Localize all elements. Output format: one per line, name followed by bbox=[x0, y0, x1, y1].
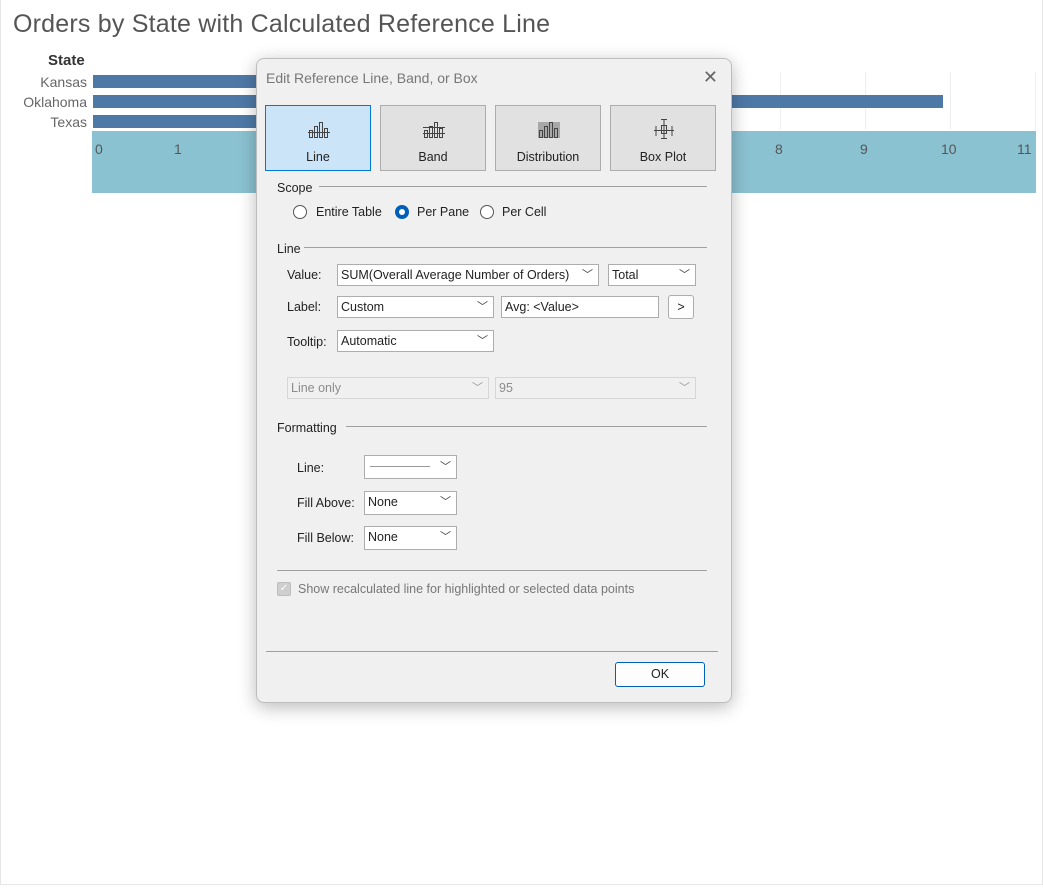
formatting-heading: Formatting bbox=[277, 421, 337, 435]
divider bbox=[304, 247, 707, 248]
type-distribution-label: Distribution bbox=[516, 150, 580, 164]
x-tick-label: 1 bbox=[174, 141, 182, 157]
fill-above-text: None bbox=[368, 495, 398, 509]
chevron-down-icon: ﹀ bbox=[440, 496, 451, 508]
type-line-button[interactable]: Line bbox=[265, 105, 371, 171]
label-label: Label: bbox=[287, 300, 322, 314]
chevron-down-icon: ﹀ bbox=[477, 301, 488, 313]
divider bbox=[277, 570, 707, 571]
x-tick-label: 10 bbox=[941, 141, 957, 157]
sheet-title: Orders by State with Calculated Referenc… bbox=[13, 10, 551, 38]
type-line-label: Line bbox=[306, 150, 330, 164]
chevron-down-icon: ﹀ bbox=[440, 531, 451, 543]
insert-field-button[interactable]: > bbox=[668, 295, 694, 319]
box-plot-icon bbox=[654, 119, 674, 139]
label-mode-select[interactable]: Custom ﹀ bbox=[337, 296, 494, 318]
x-tick-label: 8 bbox=[775, 141, 783, 157]
edit-reference-line-dialog: Edit Reference Line, Band, or Box ✕ Line… bbox=[256, 58, 732, 703]
tooltip-mode-text: Automatic bbox=[341, 334, 397, 348]
value-aggregation-text: Total bbox=[612, 268, 639, 282]
scope-entire-table-radio[interactable] bbox=[293, 205, 307, 219]
chevron-down-icon: ﹀ bbox=[679, 269, 690, 281]
x-tick-label: 0 bbox=[95, 141, 103, 157]
ok-button[interactable]: OK bbox=[615, 662, 705, 687]
dialog-title: Edit Reference Line, Band, or Box bbox=[266, 70, 478, 86]
row-header-state[interactable]: State bbox=[48, 52, 85, 69]
line-format-select[interactable]: ﹀ bbox=[364, 455, 457, 479]
type-band-label: Band bbox=[418, 150, 448, 164]
scope-per-pane-label[interactable]: Per Pane bbox=[417, 205, 469, 219]
confidence-value-text: 95 bbox=[499, 381, 513, 395]
value-field-select[interactable]: SUM(Overall Average Number of Orders) ﹀ bbox=[337, 264, 599, 286]
scope-per-cell-label[interactable]: Per Cell bbox=[502, 205, 546, 219]
divider bbox=[346, 426, 707, 427]
bar-texas[interactable] bbox=[93, 115, 263, 128]
line-chart-icon bbox=[308, 122, 330, 138]
gridline bbox=[950, 72, 951, 130]
tooltip-mode-select[interactable]: Automatic ﹀ bbox=[337, 330, 494, 352]
chevron-down-icon: ﹀ bbox=[472, 382, 483, 394]
line-style-sample bbox=[370, 466, 430, 467]
scope-per-pane-radio[interactable] bbox=[395, 205, 409, 219]
chevron-down-icon: ﹀ bbox=[440, 461, 451, 473]
chevron-down-icon: ﹀ bbox=[477, 335, 488, 347]
distribution-chart-icon bbox=[538, 122, 560, 138]
label-mode-text: Custom bbox=[341, 300, 385, 314]
recalc-checkbox-label[interactable]: Show recalculated line for highlighted o… bbox=[298, 582, 634, 596]
row-label-oklahoma[interactable]: Oklahoma bbox=[23, 94, 87, 110]
row-label-texas[interactable]: Texas bbox=[50, 114, 87, 130]
fill-above-select[interactable]: None ﹀ bbox=[364, 491, 457, 515]
row-label-kansas[interactable]: Kansas bbox=[40, 74, 87, 90]
scope-heading: Scope bbox=[277, 181, 313, 195]
divider bbox=[319, 186, 707, 187]
fill-below-select[interactable]: None ﹀ bbox=[364, 526, 457, 550]
chevron-down-icon: ﹀ bbox=[582, 269, 593, 281]
type-box-plot-label: Box Plot bbox=[639, 150, 687, 164]
fill-below-label: Fill Below: bbox=[297, 531, 354, 545]
label-text-input[interactable]: Avg: <Value> bbox=[501, 296, 659, 318]
confidence-value-select[interactable]: 95 ﹀ bbox=[495, 377, 696, 399]
confidence-mode-select[interactable]: Line only ﹀ bbox=[287, 377, 489, 399]
close-icon[interactable]: ✕ bbox=[703, 67, 718, 88]
scope-per-cell-radio[interactable] bbox=[480, 205, 494, 219]
type-band-button[interactable]: Band bbox=[380, 105, 486, 171]
tooltip-label: Tooltip: bbox=[287, 335, 327, 349]
confidence-mode-text: Line only bbox=[291, 381, 342, 395]
x-tick-label: 11 bbox=[1017, 141, 1032, 157]
value-field-text: SUM(Overall Average Number of Orders) bbox=[341, 268, 570, 282]
band-chart-icon bbox=[423, 122, 445, 138]
value-label: Value: bbox=[287, 268, 322, 282]
type-distribution-button[interactable]: Distribution bbox=[495, 105, 601, 171]
line-heading: Line bbox=[277, 242, 301, 256]
chevron-down-icon: ﹀ bbox=[679, 382, 690, 394]
divider bbox=[266, 651, 718, 652]
value-aggregation-select[interactable]: Total ﹀ bbox=[608, 264, 696, 286]
bar-kansas[interactable] bbox=[93, 75, 263, 88]
scope-entire-table-label[interactable]: Entire Table bbox=[316, 205, 382, 219]
fill-below-text: None bbox=[368, 530, 398, 544]
fill-above-label: Fill Above: bbox=[297, 496, 355, 510]
recalc-checkbox[interactable]: ✓ bbox=[277, 582, 291, 596]
gridline bbox=[1035, 72, 1036, 130]
line-format-label: Line: bbox=[297, 461, 325, 475]
type-box-plot-button[interactable]: Box Plot bbox=[610, 105, 716, 171]
x-tick-label: 9 bbox=[860, 141, 868, 157]
